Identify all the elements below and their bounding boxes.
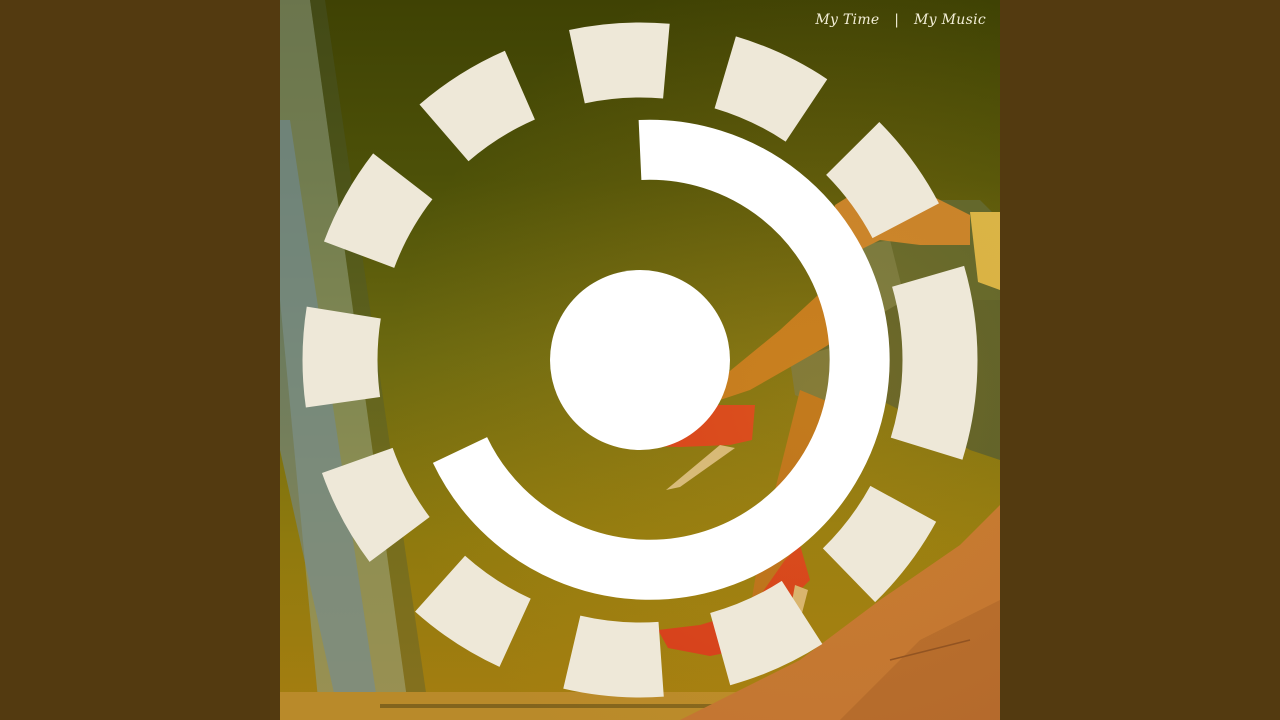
album-cover-image: My Time | My Music <box>280 0 1000 720</box>
video-frame: My Time | My Music <box>0 0 1280 720</box>
swirl-logo-icon <box>302 22 978 698</box>
